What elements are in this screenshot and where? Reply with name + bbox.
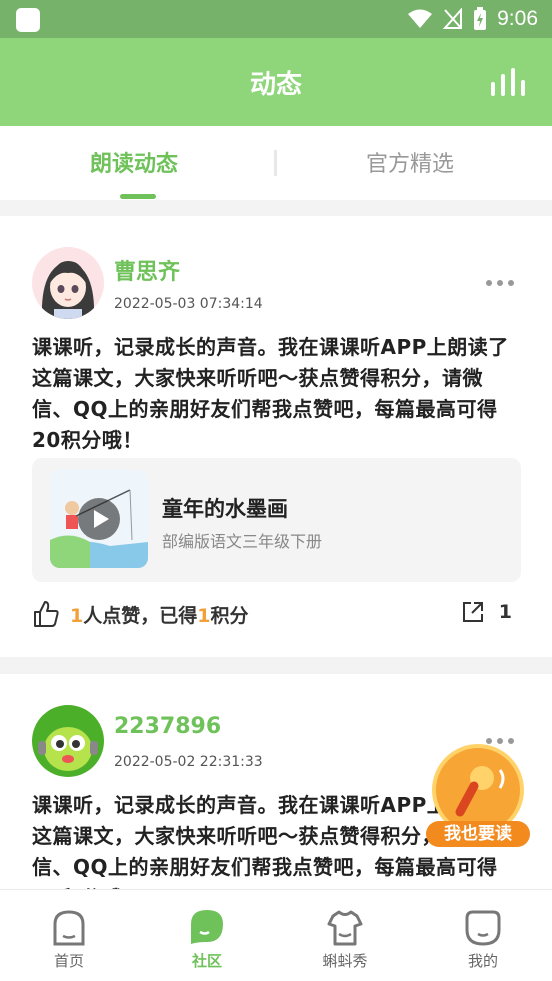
post-text: 课课听，记录成长的声音。我在课课听APP上朗读了这篇课文，大家快来听听吧～获点赞…: [32, 335, 509, 452]
nav-mine-label: 我的: [467, 952, 498, 970]
nav-community-label: 社区: [191, 952, 222, 970]
more-options-icon[interactable]: [486, 280, 514, 288]
home-icon[interactable]: [49, 908, 89, 948]
work-textbook: 部编版语文三年级下册: [162, 532, 323, 551]
battery-charging-icon: [474, 7, 487, 30]
thumbs-up-icon[interactable]: [32, 600, 60, 628]
app-header: 动态: [0, 38, 552, 126]
play-icon[interactable]: [78, 498, 120, 540]
tab-official-picks[interactable]: 官方精选: [366, 146, 454, 178]
fab-label[interactable]: 我也要读: [426, 821, 530, 847]
nav-community[interactable]: 社区: [157, 890, 257, 981]
profile-icon[interactable]: [463, 908, 503, 948]
page-title: 动态: [249, 70, 302, 100]
nav-home[interactable]: 首页: [19, 890, 119, 981]
share-count: 1: [498, 601, 512, 623]
post-username[interactable]: 曹思齐: [114, 254, 180, 286]
active-tab-indicator: [120, 194, 156, 199]
feed-tabs: 朗读动态 官方精选: [0, 126, 552, 200]
status-icons: 9:06: [407, 6, 538, 32]
avatar[interactable]: [32, 705, 104, 777]
work-thumbnail[interactable]: [50, 470, 148, 568]
bottom-navigation: 首页 社区 蝌蚪秀 我的: [0, 889, 552, 981]
tab-divider: [274, 150, 277, 176]
status-bar: 9:06: [0, 0, 552, 38]
community-icon[interactable]: [187, 908, 227, 948]
reading-work-card[interactable]: 童年的水墨画 部编版语文三年级下册: [32, 458, 521, 582]
nav-tadpole-label: 蝌蚪秀: [322, 952, 368, 970]
post-timestamp: 2022-05-02 22:31:33: [114, 754, 263, 770]
post-card: 曹思齐 2022-05-03 07:34:14 课课听，记录成长的声音。我在课课…: [0, 216, 552, 657]
like-summary[interactable]: 1人点赞，已得1积分: [32, 599, 249, 629]
share-icon[interactable]: [461, 600, 485, 624]
bar-chart-icon[interactable]: [490, 68, 526, 96]
work-title: 童年的水墨画: [162, 497, 288, 521]
status-time: 9:06: [497, 7, 538, 30]
no-signal-icon: [443, 8, 463, 29]
share-button[interactable]: 1: [461, 600, 512, 624]
nav-mine[interactable]: 我的: [433, 890, 533, 981]
app-notification-icon: [16, 8, 40, 32]
tab-reading-feed[interactable]: 朗读动态: [90, 146, 178, 178]
post-timestamp: 2022-05-03 07:34:14: [114, 296, 263, 312]
tadpole-show-icon[interactable]: [325, 908, 365, 948]
nav-home-label: 首页: [53, 952, 84, 970]
record-fab-button[interactable]: 我也要读: [426, 744, 534, 852]
wifi-icon: [408, 9, 433, 28]
avatar[interactable]: [32, 247, 104, 319]
like-text: 1人点赞，已得1积分: [70, 604, 249, 627]
nav-tadpole-show[interactable]: 蝌蚪秀: [295, 890, 395, 981]
post-username[interactable]: 2237896: [114, 714, 221, 739]
